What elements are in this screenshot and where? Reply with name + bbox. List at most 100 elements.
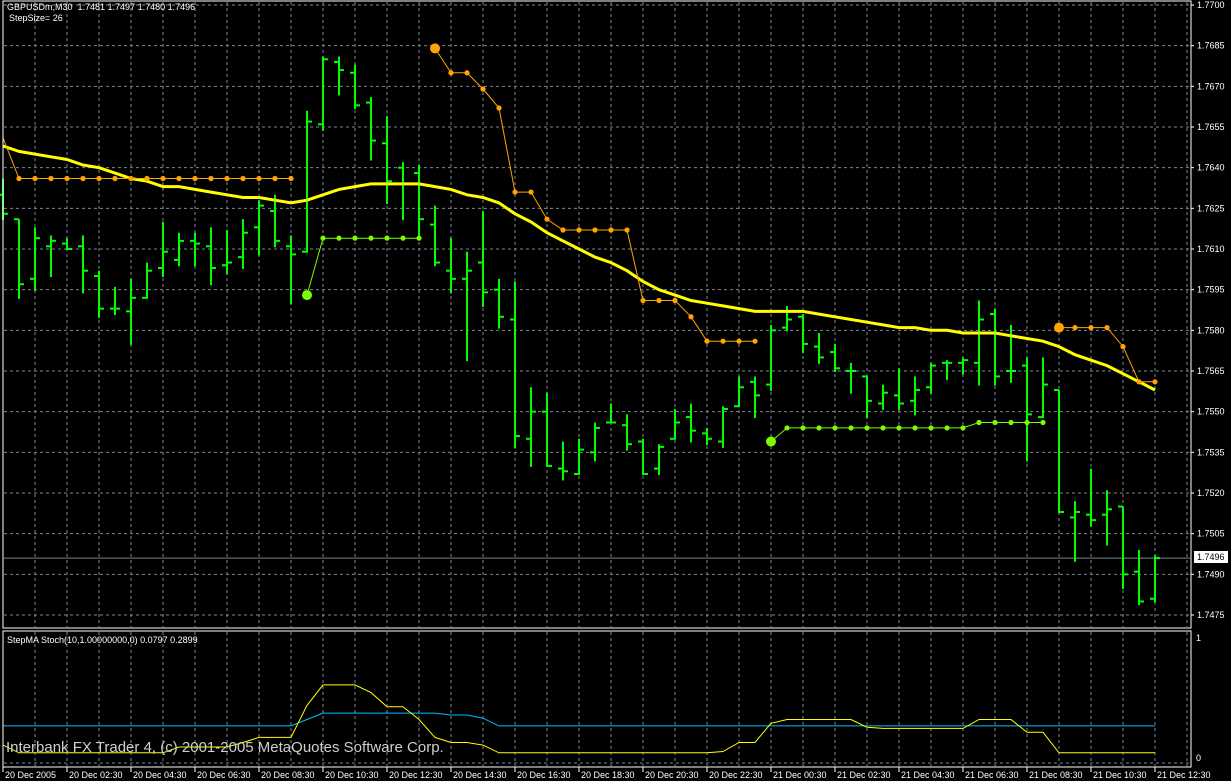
- time-tick-label: 21 Dec 12:30: [1157, 770, 1211, 780]
- ohlc-bar: [974, 300, 984, 386]
- ohlc-bar: [366, 97, 376, 161]
- step-down-dot: [752, 338, 758, 344]
- step-down-dot: [112, 175, 118, 182]
- ohlc-bar: [766, 324, 776, 391]
- price-tick-label: 1.7655: [1197, 122, 1225, 132]
- subwindow-title: StepMA Stoch(10,1.00000000,0) 0.0797 0.2…: [7, 635, 198, 645]
- price-tick-label: 1.7565: [1197, 366, 1225, 376]
- ohlc-bar: [750, 376, 760, 419]
- ohlc-bar: [238, 219, 248, 269]
- bid-price-tag: 1.7496: [1194, 551, 1228, 563]
- ohlc-bar: [990, 308, 1000, 386]
- ohlc-bar: [942, 360, 952, 381]
- step-down-dot: [720, 338, 726, 344]
- step-up-dot: [784, 425, 790, 431]
- ohlc-bar: [174, 232, 184, 267]
- ohlc-bar: [654, 444, 664, 476]
- ohlc-bar: [526, 387, 536, 467]
- ohlc-bar: [718, 406, 728, 448]
- time-tick-label: 20 Dec 06:30: [197, 770, 251, 780]
- step-up-line: [306, 237, 419, 296]
- price-tick-label: 1.7505: [1197, 529, 1225, 539]
- ohlc-bar: [798, 314, 808, 354]
- step-up-dot: [400, 235, 406, 241]
- price-tick-label: 1.7475: [1197, 610, 1225, 620]
- step-down-dot: [576, 227, 582, 233]
- ohlc-bar: [142, 262, 152, 299]
- ohlc-bar: [206, 227, 216, 286]
- step-down-dot: [64, 175, 70, 182]
- time-tick-label: 21 Dec 02:30: [837, 770, 891, 780]
- step-down-dot: [592, 227, 598, 233]
- step-down-dot: [224, 175, 230, 182]
- time-tick-label: 20 Dec 22:30: [709, 770, 763, 780]
- grid: [4, 2, 1190, 766]
- ohlc-bar: [446, 238, 456, 294]
- step-up-dot: [1040, 419, 1046, 426]
- copyright-text: Interbank FX Trader 4, (c) 2001-2005 Met…: [6, 739, 444, 756]
- time-tick-label: 20 Dec 10:30: [325, 770, 379, 780]
- ohlc-bar: [574, 438, 584, 476]
- price-tick-label: 1.7490: [1197, 569, 1225, 579]
- step-down-dot: [496, 105, 502, 111]
- step-up-dot: [336, 235, 342, 241]
- ohlc-bar: [1038, 357, 1048, 419]
- step-down-dot: [192, 175, 198, 182]
- ohlc-bar: [542, 392, 552, 467]
- price-tick-label: 1.7640: [1197, 163, 1225, 173]
- price-tick-label: 1.7535: [1197, 447, 1225, 457]
- ohlc-bar: [382, 116, 392, 204]
- step-up-dot: [944, 425, 950, 431]
- step-down-dot: [608, 227, 614, 233]
- symbol-header: GBPUSDm,M30 1.7481 1.7497 1.7480 1.7496: [7, 2, 196, 12]
- step-down-dot: [448, 70, 454, 76]
- ohlc-bar: [878, 384, 888, 410]
- step-up-dot: [960, 425, 966, 431]
- time-tick-label: 21 Dec 08:30: [1029, 770, 1083, 780]
- bid-price-label: 1.7496: [1197, 552, 1225, 562]
- step-down-dot: [624, 227, 630, 233]
- time-tick-label: 21 Dec 00:30: [773, 770, 827, 780]
- ohlc-bar: [846, 362, 856, 394]
- ohlc-bar: [894, 368, 904, 410]
- step-down-dot: [528, 189, 534, 195]
- ohlc-bar: [782, 305, 792, 332]
- step-down-dot: [544, 216, 550, 222]
- price-tick-label: 1.7625: [1197, 203, 1225, 213]
- step-down-line: [2, 137, 291, 179]
- time-tick-label: 21 Dec 04:30: [901, 770, 955, 780]
- step-up-dot: [880, 425, 886, 431]
- ohlc-bar: [910, 376, 920, 416]
- ohlc-bar: [830, 343, 840, 372]
- price-chart[interactable]: 1.7700 1.7685 1.7670 1.7655 1.7640 1.7625 1.76…: [0, 0, 1231, 781]
- ohlc-bar: [398, 162, 408, 221]
- time-tick-label: 21 Dec 06:30: [965, 770, 1019, 780]
- step-down-dot: [560, 227, 566, 233]
- step-down-dot: [656, 297, 662, 304]
- time-tick-label: 20 Dec 02:30: [69, 770, 123, 780]
- ohlc-bar: [1070, 501, 1080, 562]
- step-down-dot: [640, 297, 646, 304]
- step-up-dot: [816, 425, 822, 431]
- price-tick-label: 1.7610: [1197, 244, 1225, 254]
- ohlc-bar: [14, 218, 24, 299]
- step-up-dot: [1008, 419, 1014, 426]
- step-up-dot: [928, 425, 934, 431]
- ohlc-bar: [686, 403, 696, 443]
- step-up-dot: [320, 235, 326, 241]
- ohlc-bar: [270, 194, 280, 248]
- step-up-dot: [976, 419, 982, 426]
- ohlc-bar: [110, 286, 120, 316]
- step-down-dot: [32, 175, 38, 182]
- ohlc-bar: [126, 278, 136, 345]
- step-down-dot: [672, 297, 678, 304]
- ohlc-bar: [1086, 468, 1096, 527]
- ohlc-bar: [318, 56, 328, 131]
- step-down-dot: [96, 175, 102, 182]
- ohlc-bar: [462, 251, 472, 362]
- sub-axis-top-label: 1: [1196, 633, 1201, 643]
- ohlc-bar: [510, 281, 520, 448]
- ohlc-bar: [414, 164, 424, 240]
- ohlc-bar: [494, 278, 504, 329]
- step-down-dot: [144, 175, 150, 182]
